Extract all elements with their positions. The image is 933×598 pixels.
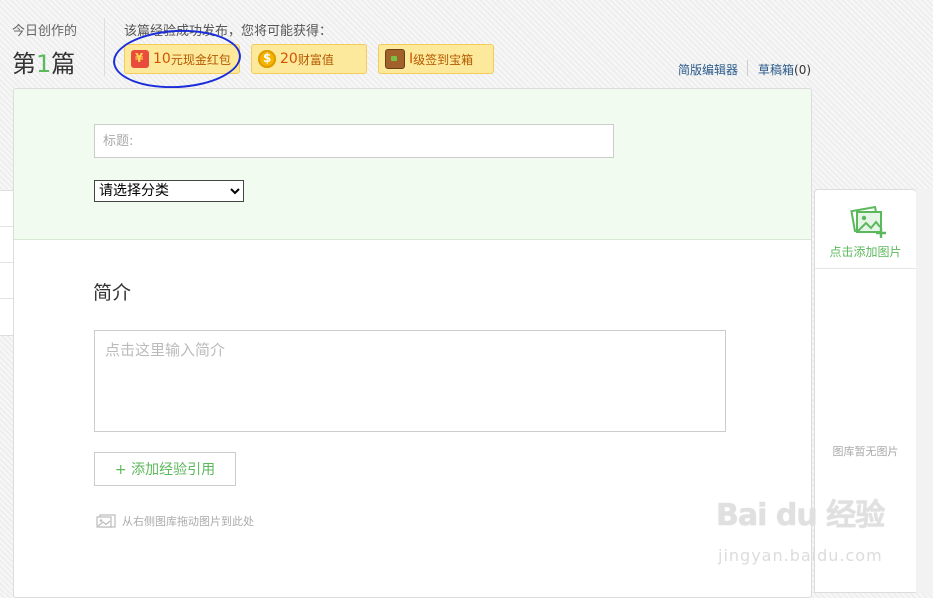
today-label: 今日创作的: [12, 24, 78, 39]
header-divider: [104, 18, 105, 76]
add-image-label: 点击添加图片: [829, 245, 902, 259]
editor-panel: 请选择分类 简介 + 添加经验引用 从右侧图库拖动图片到此处: [13, 88, 812, 598]
page-right-edge: [916, 189, 933, 593]
intro-textarea[interactable]: [94, 330, 726, 432]
today-count: 第1篇: [12, 44, 75, 79]
drafts-link[interactable]: 草稿箱(0): [758, 61, 811, 78]
red-packet-icon: [131, 50, 149, 68]
reward-badge-wealth: 20财富值: [251, 44, 367, 74]
drafts-label: 草稿箱: [758, 63, 795, 77]
today-suffix: 篇: [51, 50, 76, 78]
drafts-count: (0): [794, 63, 812, 77]
today-number: 1: [36, 50, 52, 78]
image-icon: [96, 514, 116, 528]
editor-header-area: [14, 89, 811, 240]
title-input[interactable]: [94, 124, 614, 158]
badge-number: 10: [153, 51, 171, 67]
badge-text: 财富值: [297, 52, 334, 67]
reward-badge-red-packet: 10元现金红包: [124, 44, 240, 74]
image-gallery-panel: 点击添加图片 图库暂无图片: [814, 189, 917, 593]
link-separator: [747, 60, 748, 76]
intro-heading: 简介: [93, 282, 132, 304]
badge-text: 级签到宝箱: [413, 52, 474, 67]
add-reference-button[interactable]: + 添加经验引用: [94, 452, 236, 486]
add-image-button[interactable]: 点击添加图片: [815, 190, 916, 269]
reward-hint: 该篇经验成功发布，您将可能获得：: [124, 24, 333, 39]
category-select[interactable]: 请选择分类: [94, 180, 244, 202]
simple-editor-link[interactable]: 简版编辑器: [678, 61, 738, 78]
add-image-icon: [850, 206, 886, 238]
coin-icon: [258, 50, 276, 68]
today-prefix: 第: [12, 50, 36, 78]
reward-badge-chest: I 级签到宝箱: [378, 44, 494, 74]
badge-number: 20: [280, 51, 298, 67]
drag-hint-text: 从右侧图库拖动图片到此处: [122, 515, 254, 528]
badge-text: 元现金红包: [170, 52, 231, 67]
left-panel-stub: [0, 190, 13, 336]
treasure-chest-icon: [385, 49, 405, 69]
gallery-empty-label: 图库暂无图片: [832, 445, 899, 458]
drag-image-hint: 从右侧图库拖动图片到此处: [96, 513, 254, 529]
